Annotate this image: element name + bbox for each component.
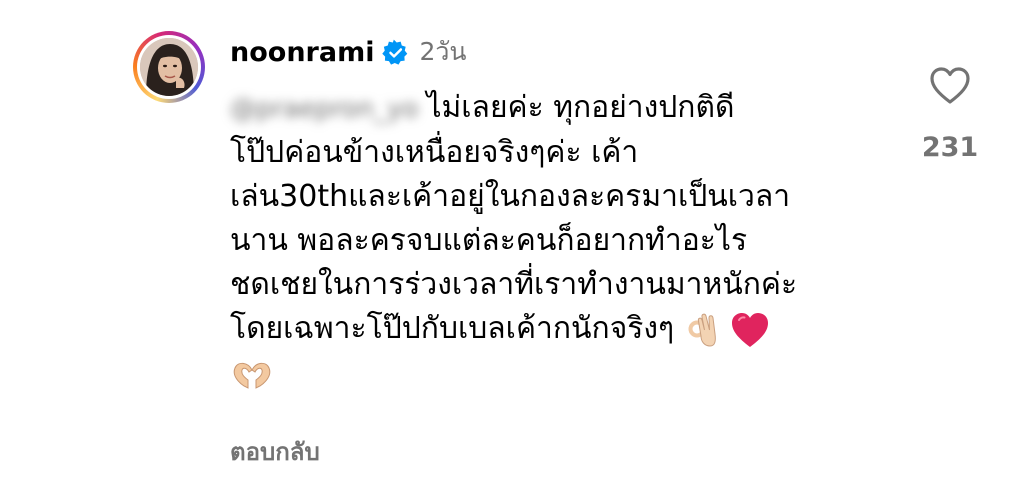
comment-line: โดยเฉพาะโป๊ปกับเบลเค้ากนักจริงๆ bbox=[230, 307, 880, 351]
red-heart-emoji-icon bbox=[732, 312, 769, 347]
comment-line bbox=[230, 351, 880, 395]
comment-line-text: ไม่เลยค่ะ ทุกอย่างปกติดี bbox=[426, 90, 735, 125]
comment-line: @praepron_yo ไม่เลยค่ะ ทุกอย่างปกติดี bbox=[230, 86, 880, 131]
comment-line: โป๊ปค่อนข้างเหนื่อยจริงๆค่ะ เค้า bbox=[230, 135, 639, 170]
comment-line: ชดเชยในการร่วงเวลาที่เราทำงานมาหนักค่ะ bbox=[230, 267, 798, 302]
comment-line-text: โดยเฉพาะโป๊ปกับเบลเค้ากนักจริงๆ bbox=[230, 311, 675, 346]
heart-hands-emoji-icon bbox=[233, 362, 271, 389]
like-count: 231 bbox=[921, 132, 979, 163]
mention-link[interactable]: @praepron_yo bbox=[230, 87, 418, 131]
avatar[interactable] bbox=[133, 31, 205, 103]
like-area: 231 bbox=[920, 66, 980, 163]
reply-button[interactable]: ตอบกลับ bbox=[230, 432, 320, 471]
comment-text: @praepron_yo ไม่เลยค่ะ ทุกอย่างปกติดี โป๊… bbox=[230, 86, 880, 395]
comment-line: เล่น30thและเค้าอยู่ในกองละครมาเป็นเวลา bbox=[230, 179, 791, 214]
heart-like-icon[interactable] bbox=[929, 66, 971, 106]
ok-hand-emoji-icon bbox=[688, 313, 716, 347]
comment-line: นาน พอละครจบแต่ละคนก็อยากทำอะไร bbox=[230, 223, 748, 258]
username[interactable]: noonrami bbox=[230, 37, 374, 68]
comment-timestamp: 2วัน bbox=[419, 37, 467, 66]
verified-badge-icon bbox=[382, 39, 408, 65]
comment-header: noonrami 2วัน bbox=[230, 34, 467, 70]
avatar-image bbox=[140, 38, 198, 96]
profile-photo-icon bbox=[140, 38, 198, 96]
